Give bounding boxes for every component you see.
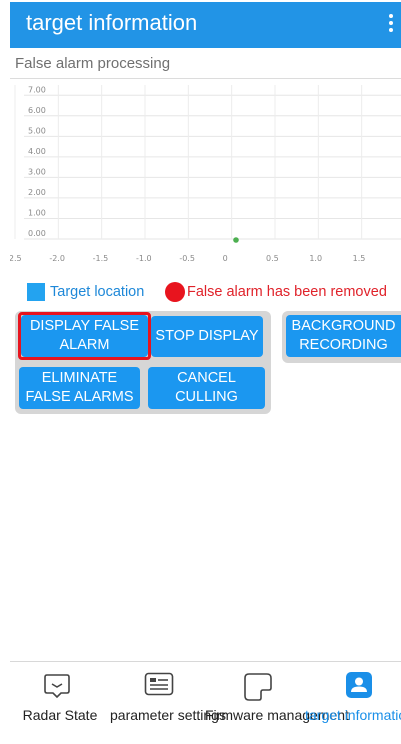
x-tick-label: 1.0 — [309, 254, 322, 263]
y-tick-label: 1.00 — [28, 208, 46, 217]
radar-state-icon — [44, 674, 70, 699]
background-recording-button[interactable]: BACKGROUND RECORDING — [286, 315, 401, 357]
parameter-settings-icon — [144, 672, 174, 696]
x-tick-label: 0.5 — [266, 254, 279, 263]
y-tick-label: 4.00 — [28, 147, 46, 156]
x-tick-label: -1.0 — [136, 254, 152, 263]
x-tick-label: 1.5 — [353, 254, 366, 263]
false-alarm-swatch — [165, 282, 185, 302]
target-point — [233, 237, 239, 243]
eliminate-false-alarms-button[interactable]: ELIMINATE FALSE ALARMS — [19, 367, 140, 409]
chart-svg: 0.001.002.003.004.005.006.007.00-2.5-2.0… — [10, 85, 401, 263]
target-information-icon — [346, 672, 372, 698]
cancel-culling-button[interactable]: CANCEL CULLING — [148, 367, 265, 409]
firmware-management-icon — [244, 673, 272, 701]
y-tick-label: 7.00 — [28, 85, 46, 94]
app-header: target information — [10, 2, 401, 48]
y-tick-label: 3.00 — [28, 167, 46, 176]
chart-legend: Target location False alarm has been rem… — [27, 282, 401, 302]
nav-parameter-settings[interactable]: parameter settings — [110, 662, 226, 744]
nav-label-radar-state: Radar State — [22, 707, 98, 723]
section-subtitle: False alarm processing — [15, 55, 171, 72]
nav-radar-state[interactable]: Radar State — [10, 662, 110, 744]
x-tick-label: 0 — [223, 254, 228, 263]
y-tick-label: 6.00 — [28, 106, 46, 115]
nav-label-target-information: target information — [305, 707, 401, 723]
nav-label-parameter-settings: parameter settings — [110, 707, 226, 723]
legend-false-alarm-removed: False alarm has been removed — [187, 284, 387, 300]
x-tick-label: -2.5 — [10, 254, 22, 263]
y-tick-label: 5.00 — [28, 126, 46, 135]
legend-target-location: Target location — [50, 284, 145, 300]
bottom-nav: Radar State parameter settings Firmware … — [10, 661, 401, 744]
x-tick-label: -1.5 — [93, 254, 109, 263]
page-title: target information — [26, 10, 198, 35]
stop-display-button[interactable]: STOP DISPLAY — [151, 316, 263, 357]
x-tick-label: -0.5 — [179, 254, 195, 263]
nav-target-information[interactable]: target information — [305, 662, 401, 744]
target-chart: 0.001.002.003.004.005.006.007.00-2.5-2.0… — [10, 78, 401, 268]
y-tick-label: 2.00 — [28, 188, 46, 197]
more-menu-icon[interactable] — [385, 12, 397, 36]
display-false-alarm-button[interactable]: DISPLAY FALSE ALARM — [21, 315, 148, 357]
x-tick-label: -2.0 — [49, 254, 65, 263]
nav-firmware-management[interactable]: Firmware management — [205, 662, 349, 744]
nav-label-firmware-management: Firmware management — [205, 707, 349, 723]
y-tick-label: 0.00 — [28, 229, 46, 238]
target-location-swatch — [27, 283, 45, 301]
